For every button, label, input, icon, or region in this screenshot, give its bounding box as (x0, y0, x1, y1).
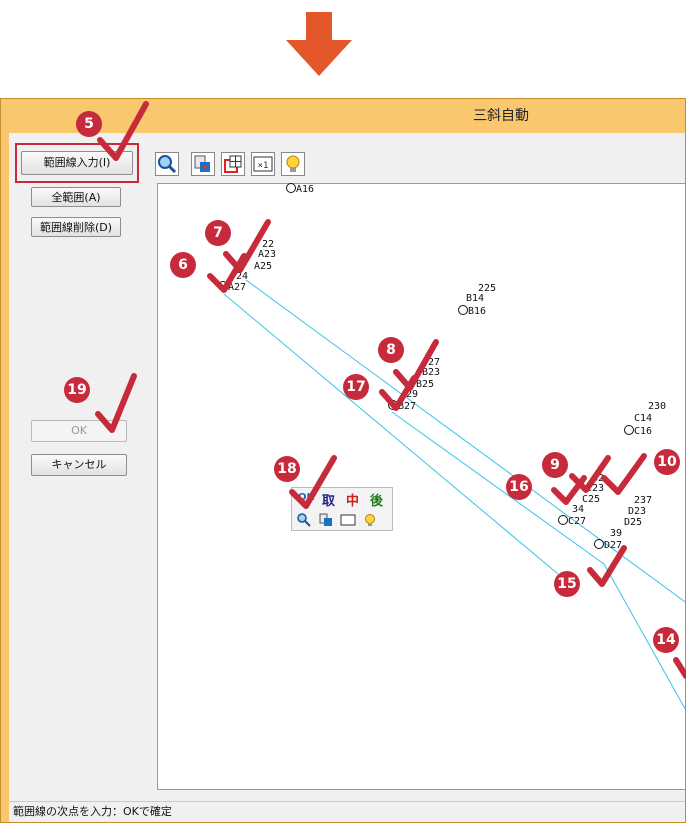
check-16-icon (551, 475, 587, 505)
check-15-icon (587, 545, 627, 587)
badge-14: 14 (653, 627, 679, 653)
check-10-icon (601, 453, 647, 495)
badge-6: 6 (170, 252, 196, 278)
badge-7: 7 (205, 220, 231, 246)
badge-8: 8 (378, 337, 404, 363)
annotation-layer (95, 101, 686, 679)
badge-18: 18 (274, 456, 300, 482)
badge-15: 15 (554, 571, 580, 597)
badge-10: 10 (654, 449, 680, 475)
badge-16: 16 (506, 474, 532, 500)
check-5-icon (97, 101, 149, 161)
badge-17: 17 (343, 374, 369, 400)
check-14-icon (673, 657, 686, 679)
badge-19: 19 (64, 377, 90, 403)
check-6-icon (207, 253, 247, 293)
check-19-icon (95, 373, 137, 433)
badge-5: 5 (76, 111, 102, 137)
check-17-icon (379, 375, 417, 411)
badge-9: 9 (542, 452, 568, 478)
check-7-icon (223, 219, 271, 273)
